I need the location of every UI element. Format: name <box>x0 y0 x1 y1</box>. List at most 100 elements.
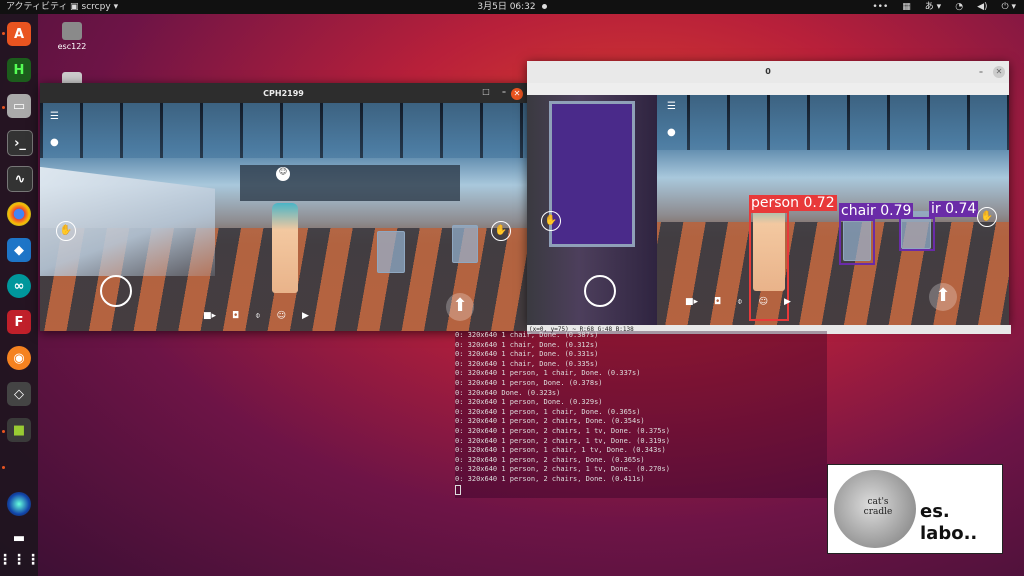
clock[interactable]: 3月5日 06:32 <box>0 0 1024 14</box>
menu-icon[interactable]: ☰ <box>50 111 59 122</box>
detection-box-chair: chair 0.79 <box>839 203 914 265</box>
top-bar: アクティビティ ▣ scrcpy ▾ 3月5日 06:32 ••• ▦ あ ▾ … <box>0 0 1024 14</box>
files-icon[interactable]: ▭ <box>7 94 31 118</box>
terminal-line: 0: 320x640 1 person, 1 chair, 1 tv, Done… <box>455 446 666 455</box>
detection-label: person 0.72 <box>749 195 837 211</box>
terminal-line: 0: 320x640 1 person, 2 chairs, Done. (0.… <box>455 417 645 426</box>
detection-titlebar[interactable]: 0 – ✕ <box>527 61 1009 83</box>
terminal-line: 0: 320x640 1 chair, Done. (0.387s) <box>455 331 599 339</box>
logo-text: es. labo.. <box>920 501 977 545</box>
detection-scene-view[interactable]: person 0.72 chair 0.79 ir 0.74 ☰ ● ✋ ✋ ⬆… <box>527 95 1009 325</box>
detection-box-chair: ir 0.74 <box>899 201 979 251</box>
fritzing-icon[interactable]: F <box>7 310 31 334</box>
camera-icon[interactable]: ■▸ <box>685 297 698 307</box>
emote-icon[interactable]: ✋ <box>56 221 76 241</box>
grid-icon[interactable]: ▦ <box>902 0 911 14</box>
minimize-icon[interactable]: – <box>498 86 510 98</box>
close-icon[interactable]: ✕ <box>511 88 523 100</box>
move-joystick[interactable] <box>100 275 132 307</box>
detection-window-title: 0 <box>765 67 771 76</box>
terminal-line: 0: 320x640 1 person, 1 chair, Done. (0.3… <box>455 407 641 416</box>
vr-scene-view[interactable]: ☰ ● ☺ ✋ ✋ ⬆ ■▸ ◘ ⌽ ☺ ▶ <box>40 103 527 331</box>
unity-icon[interactable]: ◇ <box>7 382 31 406</box>
system-tray[interactable]: ••• ▦ あ ▾ ◔ ◀) ⏻ ▾ <box>872 0 1016 14</box>
power-icon[interactable]: ⏻ ▾ <box>1002 0 1017 14</box>
play-icon[interactable]: ▶ <box>302 311 309 321</box>
badge-line: cat's <box>867 497 889 507</box>
scrcpy-window[interactable]: CPH2199 – □ ✕ ☰ ● ☺ ✋ ✋ ⬆ ■▸ ◘ ⌽ ☺ ▶ <box>40 83 527 331</box>
chat-icon[interactable]: ● <box>667 127 676 138</box>
avatar-figure <box>272 203 298 293</box>
terminal-line: 0: 320x640 1 person, 2 chairs, Done. (0.… <box>455 474 645 483</box>
minimize-icon[interactable]: – <box>975 66 987 78</box>
arduino-icon[interactable]: ∞ <box>7 274 31 298</box>
emoji-icon[interactable]: ☺ <box>277 311 286 321</box>
drive-icon[interactable]: ▬ <box>7 526 31 550</box>
desktop-home-folder[interactable]: esc122 <box>52 22 92 51</box>
android-icon[interactable]: ■ <box>7 418 31 442</box>
logo-line: labo.. <box>920 523 978 544</box>
mic-off-icon[interactable]: ⌽ <box>737 297 742 307</box>
close-icon[interactable]: ✕ <box>993 66 1005 78</box>
scrcpy-titlebar[interactable]: CPH2199 – □ ✕ <box>40 83 527 105</box>
jump-button[interactable]: ⬆ <box>446 293 474 321</box>
emoji-icon[interactable]: ☺ <box>759 297 768 307</box>
jump-button[interactable]: ⬆ <box>929 283 957 311</box>
emote-icon[interactable]: ✋ <box>541 211 561 231</box>
screenshot-icon[interactable]: ◘ <box>714 297 721 307</box>
system-monitor-icon[interactable]: ∿ <box>7 166 33 192</box>
scene-counter <box>240 165 460 201</box>
terminal-line: 0: 320x640 1 person, 2 chairs, Done. (0.… <box>455 455 645 464</box>
notification-dot-icon <box>541 4 547 9</box>
blender-icon[interactable]: ◉ <box>7 346 31 370</box>
terminal-line: 0: 320x640 1 person, 2 chairs, 1 tv, Don… <box>455 465 670 474</box>
running-indicator <box>2 106 5 109</box>
play-icon[interactable]: ▶ <box>784 297 791 307</box>
gesture-icon[interactable]: ✋ <box>491 221 511 241</box>
software-center-icon[interactable]: A <box>7 22 31 46</box>
mic-off-icon[interactable]: ⌽ <box>255 311 260 321</box>
terminal-lines: 0: 320x640 1 chair, Done. (0.387s) 0: 320… <box>455 331 827 485</box>
scene-ceiling <box>40 103 527 158</box>
input-method-label: あ <box>924 2 934 12</box>
terminal-line: 0: 320x640 1 chair, Done. (0.335s) <box>455 359 599 368</box>
chat-icon[interactable]: ● <box>50 137 59 148</box>
terminal-line: 0: 320x640 1 person, Done. (0.329s) <box>455 398 603 407</box>
scene-purple-panel <box>549 101 635 247</box>
maximize-icon[interactable]: □ <box>480 86 492 98</box>
scene-chair <box>377 231 405 273</box>
terminal-line: 0: 320x640 1 person, 2 chairs, 1 tv, Don… <box>455 436 670 445</box>
menu-icon[interactable]: ☰ <box>667 101 676 112</box>
app-icon-circle[interactable] <box>7 492 31 516</box>
gesture-icon[interactable]: ✋ <box>977 207 997 227</box>
input-method[interactable]: あ ▾ <box>925 0 941 14</box>
terminal-line: 0: 320x640 Done. (0.323s) <box>455 388 561 397</box>
camera-icon[interactable]: ■▸ <box>203 311 216 321</box>
chrome-icon[interactable] <box>7 202 31 226</box>
terminal-icon[interactable]: ›_ <box>7 130 33 156</box>
vscode-icon[interactable]: ◆ <box>7 238 31 262</box>
screenshot-icon[interactable]: ◘ <box>232 311 239 321</box>
badge-line: cradle <box>863 507 893 517</box>
terminal-line: 0: 320x640 1 person, 2 chairs, 1 tv, Don… <box>455 426 670 435</box>
clock-label: 3月5日 06:32 <box>477 2 536 12</box>
more-icon[interactable]: ••• <box>872 0 888 14</box>
detection-window[interactable]: 0 – ✕ person 0.72 chair 0.79 ir 0.74 ☰ ●… <box>527 61 1009 325</box>
terminal-cursor <box>455 484 461 495</box>
running-indicator <box>2 466 5 469</box>
terminal-line: 0: 320x640 1 chair, Done. (0.331s) <box>455 350 599 359</box>
user-badge-icon[interactable]: ☺ <box>276 167 290 181</box>
detection-label: ir 0.74 <box>929 201 979 217</box>
scene-chair <box>452 225 478 263</box>
terminal-line: 0: 320x640 1 person, Done. (0.378s) <box>455 378 603 387</box>
move-joystick[interactable] <box>584 275 616 307</box>
wifi-icon[interactable]: ◔ <box>955 0 963 14</box>
running-indicator <box>2 32 5 35</box>
cats-cradle-text: cat's cradle <box>858 497 898 517</box>
desktop-home-label: esc122 <box>57 42 87 51</box>
show-applications-icon[interactable]: ⋮⋮⋮ <box>0 548 40 572</box>
running-indicator <box>2 430 5 433</box>
terminal-output[interactable]: 0: 320x640 1 chair, Done. (0.387s) 0: 320… <box>455 331 827 498</box>
volume-icon[interactable]: ◀) <box>977 0 987 14</box>
terminal-matrix-icon[interactable]: H <box>7 58 31 82</box>
